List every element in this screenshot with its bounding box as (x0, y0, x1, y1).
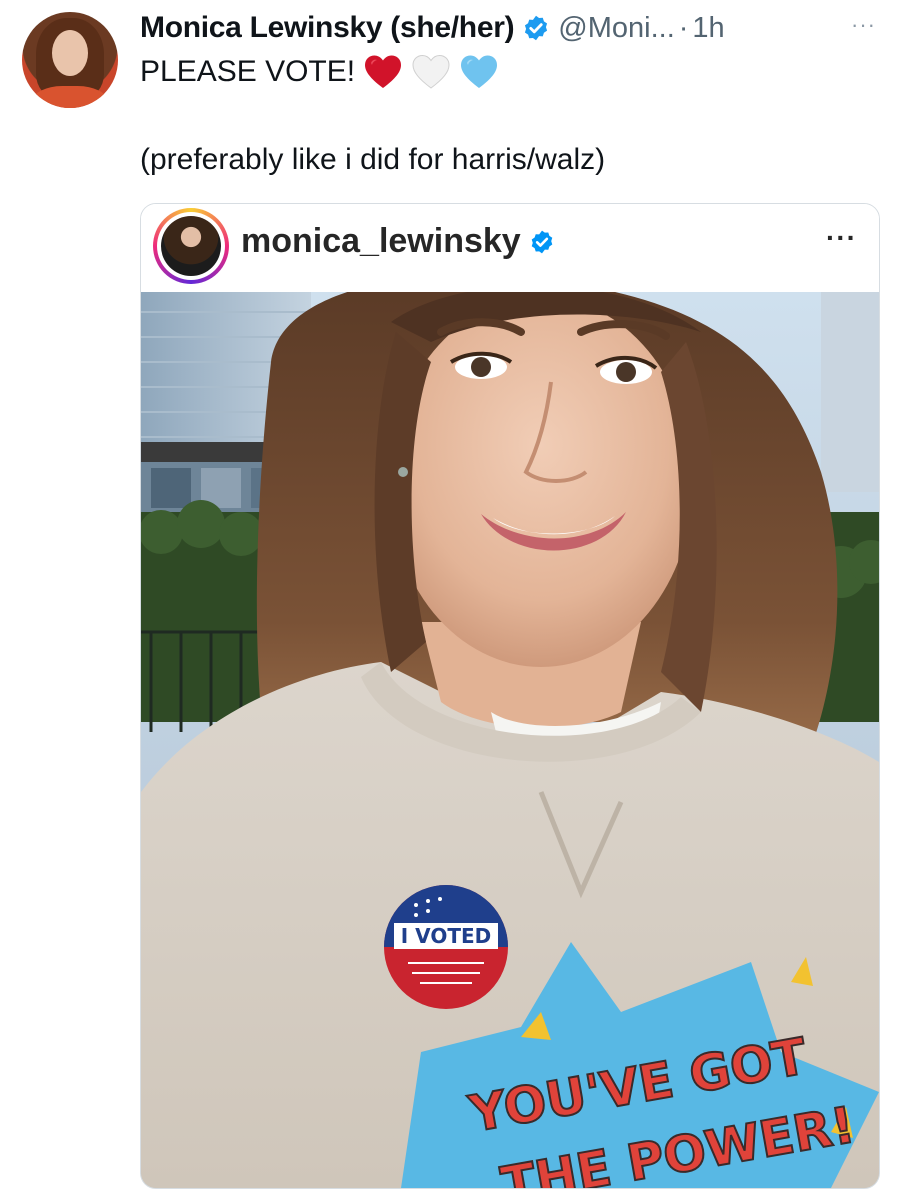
tweet-text-line2: (preferably like i did for harris/walz) (140, 143, 606, 176)
instagram-avatar[interactable] (153, 208, 229, 284)
sticker-text: I VOTED (401, 924, 491, 948)
instagram-verified-icon (531, 230, 552, 253)
verified-badge-icon (525, 15, 548, 41)
tweet-text: PLEASE VOTE! (140, 55, 356, 88)
tweet-header: Monica Lewinsky (she/her) @Moni... · 1h (140, 8, 878, 48)
red-heart-icon (365, 55, 402, 88)
more-options-icon[interactable]: ··· (851, 12, 876, 38)
author-avatar[interactable] (22, 12, 118, 108)
instagram-card-header: monica_lewinsky ··· (141, 204, 879, 292)
instagram-embed-card[interactable]: monica_lewinsky ··· I VOTED YOU'VE GOT T… (140, 203, 880, 1189)
white-heart-icon (412, 54, 450, 89)
tweet-timestamp[interactable]: 1h (692, 12, 724, 45)
author-display-name[interactable]: Monica Lewinsky (she/her) (140, 11, 515, 45)
instagram-username[interactable]: monica_lewinsky (241, 222, 521, 261)
tweet-text-line1: PLEASE VOTE! (140, 54, 499, 90)
light-blue-heart-icon (461, 55, 498, 88)
header-separator: · (678, 11, 689, 44)
author-handle[interactable]: @Moni... (558, 12, 674, 45)
instagram-username-row: monica_lewinsky (241, 222, 555, 261)
instagram-more-icon[interactable]: ··· (826, 222, 857, 254)
post-photo[interactable]: I VOTED YOU'VE GOT THE POWER! (141, 292, 879, 1188)
tweet: Monica Lewinsky (she/her) @Moni... · 1h … (0, 0, 898, 1200)
